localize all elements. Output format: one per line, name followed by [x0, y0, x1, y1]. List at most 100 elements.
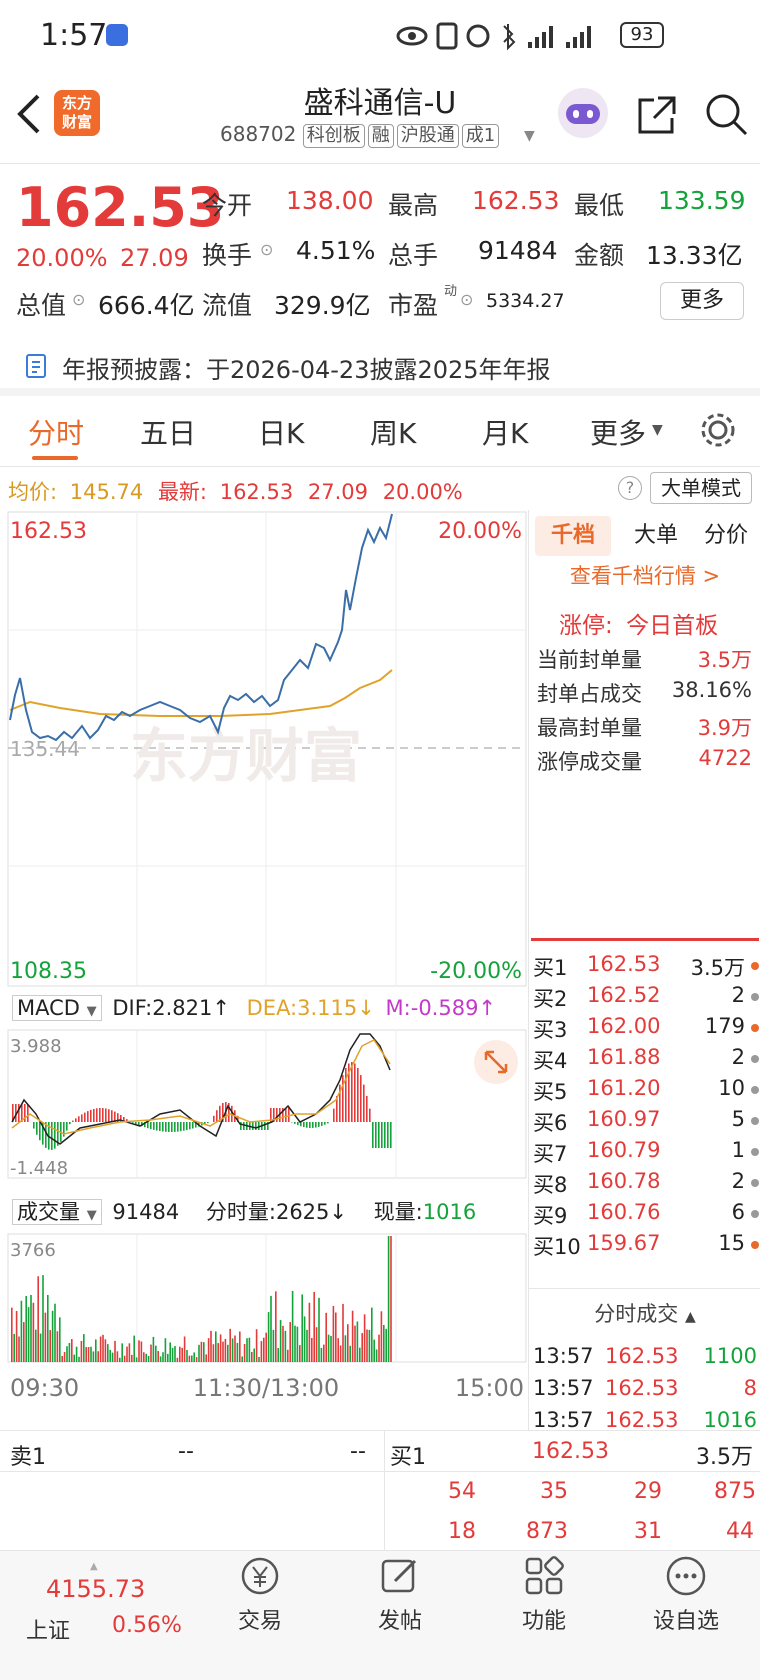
tab-five-day[interactable]: 五日: [140, 412, 196, 452]
volume-now-label: 现量:: [373, 1200, 423, 1224]
volume-bar: [126, 1346, 128, 1362]
limit-label: 涨停:: [559, 613, 613, 639]
volume-bar: [25, 1295, 27, 1362]
bid-row[interactable]: 买6 160.97 5: [529, 1107, 760, 1137]
volume-min-value: 2625↓: [275, 1200, 347, 1224]
volume-indicator-select[interactable]: 成交量 ▼: [12, 1199, 102, 1225]
bid-row[interactable]: 买8 160.78 2: [529, 1169, 760, 1199]
volume-bar: [258, 1356, 260, 1362]
axis-top-price: 162.53: [10, 519, 87, 544]
nav-functions[interactable]: 功能: [474, 1555, 614, 1635]
bid-row[interactable]: 买5 161.20 10: [529, 1076, 760, 1106]
volume-bar: [371, 1307, 373, 1362]
trade-time: 13:57: [533, 1408, 594, 1432]
volume-bar: [39, 1333, 42, 1362]
pe-info-icon[interactable]: ⊙: [460, 290, 473, 309]
macd-bar: [135, 1122, 137, 1124]
volume-bar: [215, 1331, 217, 1362]
price-info-row: 均价: 145.74 最新: 162.53 27.09 20.00%: [8, 476, 463, 506]
nav-post[interactable]: 发帖: [330, 1555, 470, 1635]
volume-bar: [287, 1349, 289, 1362]
volume-bar: [294, 1325, 296, 1362]
volume-bar: [162, 1352, 164, 1362]
notice-bar[interactable]: 年报预披露：于2026-04-23披露2025年年报: [0, 340, 760, 396]
trade-volume: 1100: [703, 1344, 757, 1368]
float-label: 流值: [202, 291, 253, 320]
volume-bar: [383, 1324, 385, 1362]
volume-bar: [366, 1329, 368, 1362]
bigorder-mode-button[interactable]: 大单模式: [650, 472, 752, 504]
macd-bar: [102, 1108, 104, 1122]
assistant-avatar[interactable]: [558, 88, 608, 138]
side-tab-bigorder[interactable]: 大单: [621, 516, 691, 556]
bid-row[interactable]: 买10 159.67 15: [529, 1231, 760, 1261]
back-arrow-icon[interactable]: [14, 92, 44, 136]
tab-daily-k[interactable]: 日K: [258, 412, 304, 452]
volume-bar: [61, 1356, 63, 1362]
more-button[interactable]: 更多: [660, 282, 744, 320]
volume-bar: [308, 1302, 311, 1362]
volume-bar: [145, 1353, 147, 1362]
settings-gear-icon[interactable]: [698, 410, 738, 450]
change-amount: 27.09: [120, 244, 189, 272]
macd-bar: [72, 1120, 74, 1122]
nav-add-watchlist[interactable]: 设自选: [616, 1555, 756, 1635]
price-line: [9, 513, 393, 742]
bid-label: 买6: [533, 1111, 568, 1135]
volume-bar: [203, 1342, 205, 1362]
bid-price: 162.53: [587, 952, 661, 976]
tags-dropdown-icon[interactable]: ▼: [524, 128, 535, 144]
macd-bar: [372, 1122, 374, 1148]
search-icon[interactable]: [704, 92, 748, 136]
volume-bar: [231, 1338, 234, 1362]
volume-bar: [299, 1345, 301, 1362]
volume-bar: [296, 1326, 299, 1362]
bid-row[interactable]: 买7 160.79 1: [529, 1138, 760, 1168]
mktcap-info-icon[interactable]: ⊙: [72, 290, 85, 309]
volume-bar: [191, 1355, 193, 1362]
bid-dot: [751, 1055, 759, 1063]
pe-value: 5334.27: [486, 290, 565, 312]
share-icon[interactable]: [636, 94, 678, 136]
side-tab-depth[interactable]: 千档: [535, 516, 611, 556]
bid-row[interactable]: 买9 160.76 6: [529, 1200, 760, 1230]
amount-label: 金额: [574, 241, 625, 270]
volume-bar: [236, 1342, 239, 1362]
tab-more[interactable]: 更多: [590, 412, 646, 452]
volume-bar: [114, 1340, 116, 1362]
volume-bar: [315, 1327, 318, 1362]
volume-bar: [42, 1275, 44, 1362]
tag-star: 科创板: [302, 124, 365, 148]
volume-bar: [325, 1312, 327, 1362]
macd-bar: [36, 1122, 38, 1135]
volume-bar: [73, 1354, 75, 1362]
trades-title[interactable]: 分时成交 ▲: [529, 1298, 760, 1328]
macd-bar: [99, 1108, 101, 1122]
queue-r2-c3: 31: [634, 1519, 662, 1544]
tab-weekly-k[interactable]: 周K: [370, 412, 416, 452]
depth-link[interactable]: 查看千档行情 >: [529, 560, 760, 590]
volume-top-value: 3766: [10, 1240, 56, 1261]
more-dropdown-icon[interactable]: ▼: [652, 422, 663, 438]
nav-trade[interactable]: 交易: [190, 1555, 330, 1635]
tab-monthly-k[interactable]: 月K: [482, 412, 528, 452]
volume-bar: [157, 1351, 159, 1362]
turnover-info-icon[interactable]: ⊙: [260, 240, 273, 259]
volume-total: 91484: [112, 1200, 180, 1224]
macd-bar: [381, 1122, 383, 1148]
limit-stat-value: 3.9万: [697, 716, 752, 740]
index-ticker[interactable]: ▲ 4155.73 上证 0.56%: [20, 1561, 190, 1661]
bid-row[interactable]: 买1 162.53 3.5万: [529, 952, 760, 982]
nav-add-watchlist-label: 设自选: [652, 1609, 719, 1634]
bid-price: 160.76: [587, 1200, 661, 1224]
bid-row[interactable]: 买2 162.52 2: [529, 983, 760, 1013]
tab-intraday[interactable]: 分时: [28, 412, 84, 452]
bid-row[interactable]: 买4 161.88 2: [529, 1045, 760, 1075]
bid-row[interactable]: 买3 162.00 179: [529, 1014, 760, 1044]
help-icon[interactable]: ?: [618, 476, 642, 500]
volume-bar: [85, 1347, 87, 1362]
macd-indicator-select[interactable]: MACD ▼: [12, 995, 102, 1021]
volume-bar: [167, 1353, 169, 1362]
side-tab-price[interactable]: 分价: [691, 516, 760, 556]
bid-dot: [751, 993, 759, 1001]
